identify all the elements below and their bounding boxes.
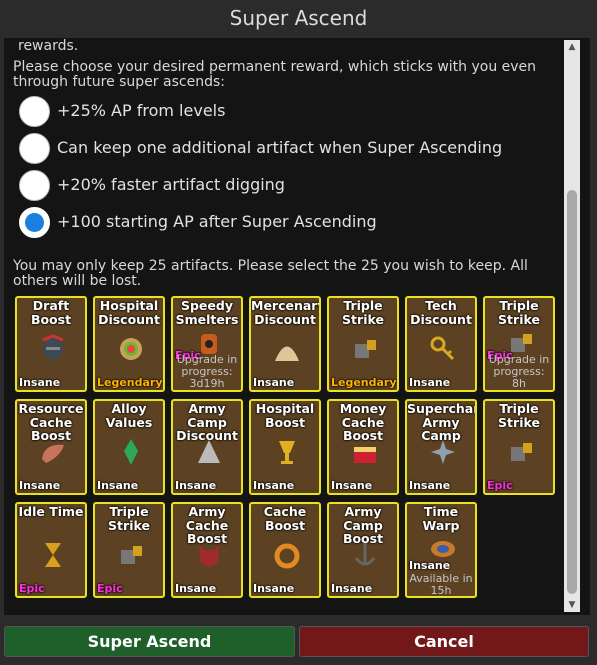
reward-option-faster-digging[interactable]: +20% faster artifact digging <box>18 169 558 203</box>
reward-option-extra-artifact[interactable]: Can keep one additional artifact when Su… <box>18 132 558 166</box>
artifact-card[interactable]: Army Camp Discount Insane <box>171 399 243 495</box>
artifact-card[interactable]: Alloy Values Insane <box>93 399 165 495</box>
artifact-rarity: Insane <box>409 376 451 389</box>
artifact-name: Time Warp <box>422 504 460 533</box>
horn-icon <box>38 437 68 467</box>
artifact-card[interactable]: Speedy Smelters Epic Upgrade in progress: … <box>171 296 243 392</box>
ring-icon <box>116 334 146 364</box>
artifact-card[interactable]: Money Cache Boost Insane <box>327 399 399 495</box>
artifact-rarity: Insane <box>175 479 217 492</box>
reward-panel: rewards. Please choose your desired perm… <box>4 38 590 615</box>
artifact-rarity: Insane <box>331 479 373 492</box>
radio-button-selected[interactable] <box>19 207 50 238</box>
goblet-icon <box>272 437 302 467</box>
artifact-card[interactable]: Army Camp Boost Insane <box>327 502 399 598</box>
artifact-rarity: Insane <box>97 479 139 492</box>
artifact-card[interactable]: Triple Strike Epic Upgrade in progress: 8h <box>483 296 555 392</box>
artifact-card[interactable]: Tech Discount Insane <box>405 296 477 392</box>
option-label: +100 starting AP after Super Ascending <box>57 212 377 231</box>
scroll-up-icon[interactable]: ▲ <box>564 40 580 54</box>
artifact-rarity: Insane <box>409 559 451 572</box>
gauntlet-icon <box>506 437 536 467</box>
artifact-name: Triple Strike <box>108 504 150 533</box>
artifact-name: Tech Discount <box>410 298 472 327</box>
artifact-card[interactable]: Draft Boost Insane <box>15 296 87 392</box>
artifact-name: Cache Boost <box>263 504 307 533</box>
artifact-status: Available in 15h <box>409 572 473 597</box>
artifact-rarity: Insane <box>253 582 295 595</box>
artifact-name: Triple Strike <box>498 298 540 327</box>
artifact-name: Hospital Discount <box>98 298 160 327</box>
tent-icon <box>194 437 224 467</box>
artifact-rarity: Legendary <box>331 376 397 389</box>
anchor-icon <box>350 540 380 570</box>
dialog-title: Super Ascend <box>229 6 368 30</box>
artifact-rarity: Insane <box>253 479 295 492</box>
scrollbar[interactable]: ▲ ▼ <box>564 40 580 612</box>
artifact-card[interactable]: Hospital Discount Legendary <box>93 296 165 392</box>
radio-button[interactable] <box>19 133 50 164</box>
shuriken-icon <box>428 437 458 467</box>
demon-mask-icon <box>194 540 224 570</box>
artifact-name: Triple Strike <box>342 298 384 327</box>
radio-button[interactable] <box>19 170 50 201</box>
artifact-name: Draft Boost <box>30 298 72 327</box>
artifact-card[interactable]: Triple Strike Epic <box>483 399 555 495</box>
radio-button[interactable] <box>19 96 50 127</box>
sand-pile-icon <box>272 334 302 364</box>
option-label: +20% faster artifact digging <box>57 175 285 194</box>
artifact-rarity: Insane <box>331 582 373 595</box>
artifact-rarity: Insane <box>253 376 295 389</box>
artifact-name: Idle Time <box>18 504 84 519</box>
artifact-rarity: Insane <box>175 582 217 595</box>
option-label: Can keep one additional artifact when Su… <box>57 138 503 157</box>
cancel-button[interactable]: Cancel <box>299 626 589 657</box>
artifact-card[interactable]: Resource Cache Boost Insane <box>15 399 87 495</box>
crystal-icon <box>116 437 146 467</box>
scrollbar-thumb[interactable] <box>567 190 577 594</box>
artifact-rarity: Insane <box>19 376 61 389</box>
super-ascend-button[interactable]: Super Ascend <box>4 626 295 657</box>
artifact-rarity: Insane <box>19 479 61 492</box>
artifact-rarity: Epic <box>97 582 123 595</box>
artifact-rarity: Legendary <box>97 376 163 389</box>
artifact-card[interactable]: Time Warp Insane Available in 15h <box>405 502 477 598</box>
artifact-card[interactable]: Idle Time Epic <box>15 502 87 598</box>
gladiator-helmet-icon <box>38 334 68 364</box>
artifact-card[interactable]: Army Cache Boost Insane <box>171 502 243 598</box>
artifact-name: Hospital Boost <box>255 401 315 430</box>
artifact-card[interactable]: Supercharge Army CampInsane <box>405 399 477 495</box>
key-icon <box>428 334 458 364</box>
artifact-rarity: Epic <box>19 582 45 595</box>
artifact-card[interactable]: Cache Boost Insane <box>249 502 321 598</box>
gauntlet-icon <box>116 540 146 570</box>
artifact-name: Mercenary Discount <box>251 298 321 327</box>
reward-option-starting-ap[interactable]: +100 starting AP after Super Ascending <box>18 206 558 240</box>
artifact-name: Speedy Smelters <box>175 298 239 327</box>
option-label: +25% AP from levels <box>57 101 226 120</box>
gold-ring-icon <box>272 540 302 570</box>
artifact-card[interactable]: Triple Strike Legendary <box>327 296 399 392</box>
cut-off-text: rewards. <box>18 38 79 54</box>
gauntlet-icon <box>350 334 380 364</box>
artifact-rarity: Epic <box>487 479 513 492</box>
artifact-rarity: Insane <box>409 479 451 492</box>
artifact-keep-note: You may only keep 25 artifacts. Please s… <box>13 258 528 289</box>
artifact-status: Upgrade in progress: 8h <box>488 353 550 390</box>
artifact-card[interactable]: Hospital Boost Insane <box>249 399 321 495</box>
artifact-card[interactable]: Triple Strike Epic <box>93 502 165 598</box>
artifact-name: Triple Strike <box>498 401 540 430</box>
artifact-status: Upgrade in progress: 3d19h <box>176 353 238 390</box>
reward-option-ap-levels[interactable]: +25% AP from levels <box>18 95 558 129</box>
hourglass-icon <box>38 540 68 570</box>
cake-icon <box>350 437 380 467</box>
reward-intro-text: Please choose your desired permanent rew… <box>13 59 537 90</box>
artifact-card[interactable]: Mercenary Discount Insane <box>249 296 321 392</box>
scroll-down-icon[interactable]: ▼ <box>564 598 580 612</box>
artifact-name: Alloy Values <box>105 401 153 430</box>
